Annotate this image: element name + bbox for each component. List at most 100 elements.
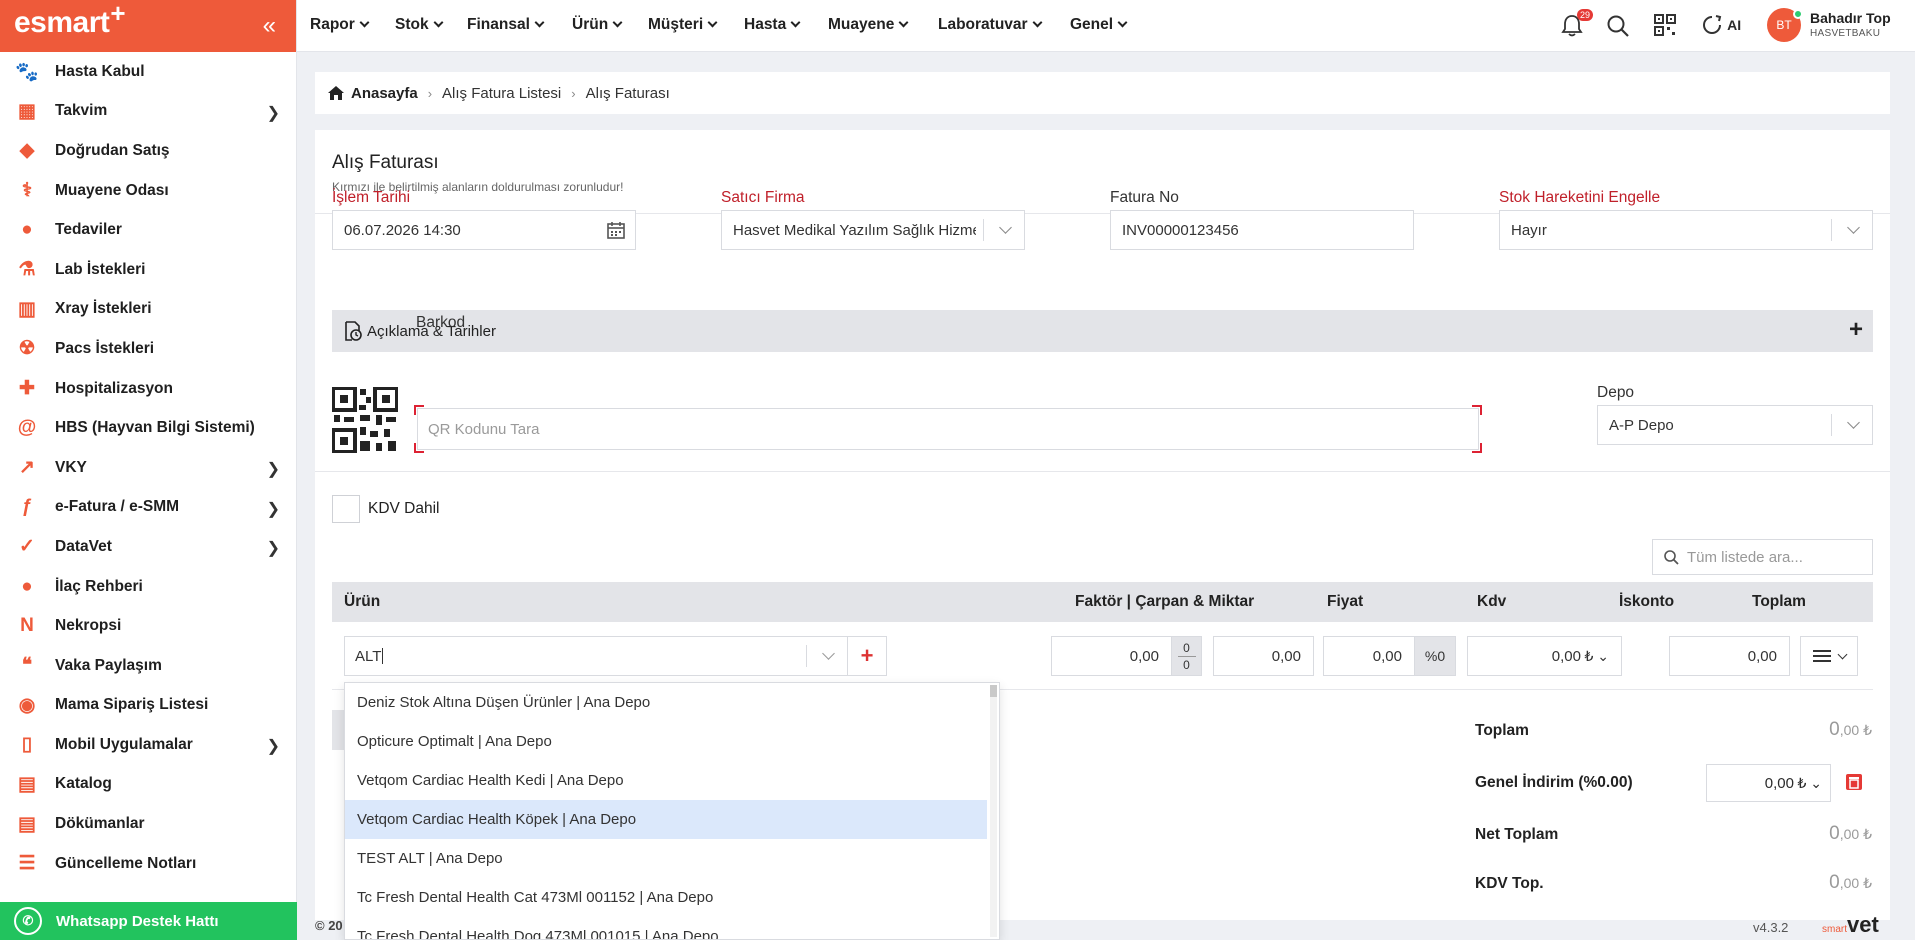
stok-hareketi-value: Hayır [1511, 221, 1547, 239]
dropdown-scrollbar-thumb[interactable] [990, 685, 997, 697]
dropdown-option[interactable]: Opticure Optimalt | Ana Depo [345, 722, 987, 761]
qr-scan-icon[interactable] [1654, 14, 1676, 40]
genel-indirim-value: 0,00 [1764, 774, 1794, 792]
menu-ürün[interactable]: Ürün [572, 16, 623, 34]
kdv-input[interactable]: 0,00 [1323, 636, 1415, 676]
sidebar-item-tedaviler[interactable]: ● Tedaviler [0, 210, 296, 250]
table-search-input[interactable]: Tüm listede ara... [1652, 539, 1873, 575]
iskonto-currency-select[interactable]: ₺ ⌄ [1584, 648, 1609, 665]
fatura-no-input[interactable]: INV00000123456 [1110, 210, 1414, 250]
whatsapp-label: Whatsapp Destek Hattı [56, 912, 219, 930]
fiyat-input[interactable]: 0,00 [1213, 636, 1314, 676]
satici-firma-select[interactable]: Hasvet Medikal Yazılım Sağlık Hizmetleri… [721, 210, 1025, 250]
genel-indirim-input[interactable]: 0,00 ₺ ⌄ [1706, 764, 1831, 802]
dropdown-option[interactable]: Vetqom Cardiac Health Köpek | Ana Depo [345, 800, 987, 839]
dropdown-option[interactable]: TEST ALT | Ana Depo [345, 839, 987, 878]
chevron-down-icon [433, 17, 444, 28]
menu-genel[interactable]: Genel [1070, 16, 1128, 34]
sidebar-item-label: Mama Sipariş Listesi [55, 696, 209, 714]
sidebar-item-hasta-kabul[interactable]: 🐾 Hasta Kabul [0, 52, 296, 92]
urun-select-input[interactable]: ALT [344, 636, 848, 676]
toplam-value: 0,00 [1747, 647, 1777, 665]
sidebar-item-pacs-i-stekleri[interactable]: ☢ Pacs İstekleri [0, 329, 296, 369]
menu-muayene[interactable]: Muayene [828, 16, 909, 34]
menu-rapor[interactable]: Rapor [310, 16, 370, 34]
page-title: Alış Faturası [332, 152, 439, 173]
depo-value: A-P Depo [1609, 416, 1674, 434]
catalog-icon: ▤ [18, 773, 36, 795]
select-separator [806, 645, 807, 667]
sidebar-item-güncelleme-notları[interactable]: ☰ Güncelleme Notları [0, 844, 296, 884]
menu-label: Stok [395, 16, 429, 33]
breadcrumb-home[interactable]: Anasayfa [351, 85, 418, 102]
chevron-down-icon [612, 17, 623, 28]
calendar-icon: ▦ [18, 100, 36, 122]
islem-tarihi-input[interactable]: 06.07.2026 14:30 [332, 210, 636, 250]
col-faktor: Faktör | Çarpan & Miktar [1075, 593, 1255, 610]
sidebar-item-e-fatura-e-smm[interactable]: ƒ e-Fatura / e-SMM ❯ [0, 488, 296, 528]
dropdown-option[interactable]: Tc Fresh Dental Health Dog 473Ml 001015 … [345, 917, 987, 939]
toplam-dec: ,00 ₺ [1839, 722, 1872, 738]
sidebar-item-label: DataVet [55, 537, 112, 555]
sidebar-item-lab-i-stekleri[interactable]: ⚗ Lab İstekleri [0, 250, 296, 290]
ai-label: AI [1727, 17, 1742, 33]
whatsapp-icon: ✆ [14, 907, 42, 935]
sidebar-item-i-laç-rehberi[interactable]: ● İlaç Rehberi [0, 567, 296, 607]
menu-müşteri[interactable]: Müşteri [648, 16, 718, 34]
currency-symbol: ₺ [1584, 647, 1594, 664]
col-iskonto: İskonto [1619, 593, 1675, 610]
trash-icon[interactable] [1845, 773, 1863, 791]
expand-plus-icon[interactable]: + [1849, 316, 1863, 344]
sidebar-item-doğrudan-satış[interactable]: ◆ Doğrudan Satış [0, 131, 296, 171]
flask-icon: ⚗ [18, 259, 36, 281]
whatsapp-support-button[interactable]: ✆ Whatsapp Destek Hattı [0, 902, 297, 940]
stok-hareketi-select[interactable]: Hayır [1499, 210, 1873, 250]
select-separator [983, 219, 984, 241]
sidebar-item-xray-i-stekleri[interactable]: ▥ Xray İstekleri [0, 290, 296, 330]
indirim-currency-select[interactable]: ₺ ⌄ [1797, 775, 1822, 792]
menu-laboratuvar[interactable]: Laboratuvar [938, 16, 1043, 34]
search-icon[interactable] [1606, 14, 1630, 42]
sidebar-item-katalog[interactable]: ▤ Katalog [0, 765, 296, 805]
depo-select[interactable]: A-P Depo [1597, 405, 1873, 445]
iskonto-input[interactable]: 0,00 ₺ ⌄ [1467, 636, 1622, 676]
menu-hasta[interactable]: Hasta [744, 16, 801, 34]
sidebar-item-hbs-hayvan-bilgi-sistemi[interactable]: @ HBS (Hayvan Bilgi Sistemi) [0, 408, 296, 448]
sidebar-item-nekropsi[interactable]: N Nekropsi [0, 606, 296, 646]
app-logo[interactable]: esmart+ [14, 0, 126, 40]
sidebar-item-label: Muayene Odası [55, 181, 169, 199]
collapse-sidebar-icon[interactable]: « [263, 12, 276, 40]
kdv-dahil-checkbox[interactable] [332, 495, 360, 523]
dropdown-scrollbar[interactable] [990, 685, 997, 937]
barkod-label: Barkod [416, 314, 466, 331]
sidebar-item-muayene-odası[interactable]: ⚕ Muayene Odası [0, 171, 296, 211]
sidebar-item-datavet[interactable]: ✓ DataVet ❯ [0, 527, 296, 567]
online-status-dot [1793, 9, 1803, 19]
sidebar-item-dökümanlar[interactable]: ▤ Dökümanlar [0, 804, 296, 844]
qr-code-icon[interactable] [332, 387, 398, 453]
add-urun-button[interactable]: + [847, 636, 887, 676]
sidebar-item-vky[interactable]: ↗ VKY ❯ [0, 448, 296, 488]
faktor-carpan[interactable]: 0 0 [1171, 636, 1202, 676]
sidebar-item-mobil-uygulamalar[interactable]: ▯ Mobil Uygulamalar ❯ [0, 725, 296, 765]
menu-stok[interactable]: Stok [395, 16, 444, 34]
barkod-input[interactable]: QR Kodunu Tara [417, 408, 1479, 450]
miktar-input[interactable]: 0,00 [1051, 636, 1172, 676]
user-name[interactable]: Bahadır Top [1810, 10, 1891, 26]
ai-assistant-button[interactable]: AI [1701, 14, 1741, 36]
calendar-icon[interactable] [607, 221, 625, 239]
sidebar-item-mama-sipariş-listesi[interactable]: ◉ Mama Sipariş Listesi [0, 686, 296, 726]
row-menu-button[interactable] [1800, 636, 1858, 676]
toplam-input[interactable]: 0,00 [1669, 636, 1790, 676]
chevron-down-icon[interactable] [822, 647, 835, 660]
dropdown-option[interactable]: Vetqom Cardiac Health Kedi | Ana Depo [345, 761, 987, 800]
sidebar-item-hospitalizasyon[interactable]: ✚ Hospitalizasyon [0, 369, 296, 409]
dropdown-option[interactable]: Tc Fresh Dental Health Cat 473Ml 001152 … [345, 878, 987, 917]
dropdown-option[interactable]: Deniz Stok Altına Düşen Ürünler | Ana De… [345, 683, 987, 722]
sidebar-item-vaka-paylaşım[interactable]: ❝ Vaka Paylaşım [0, 646, 296, 686]
breadcrumb-fatura-listesi[interactable]: Alış Fatura Listesi [442, 85, 561, 102]
sidebar-item-takvim[interactable]: ▦ Takvim ❯ [0, 92, 296, 132]
aciklama-tarihler-toggle[interactable]: Açıklama & Tarihler + [332, 310, 1873, 352]
menu-finansal[interactable]: Finansal [467, 16, 545, 34]
home-icon[interactable] [327, 85, 345, 101]
